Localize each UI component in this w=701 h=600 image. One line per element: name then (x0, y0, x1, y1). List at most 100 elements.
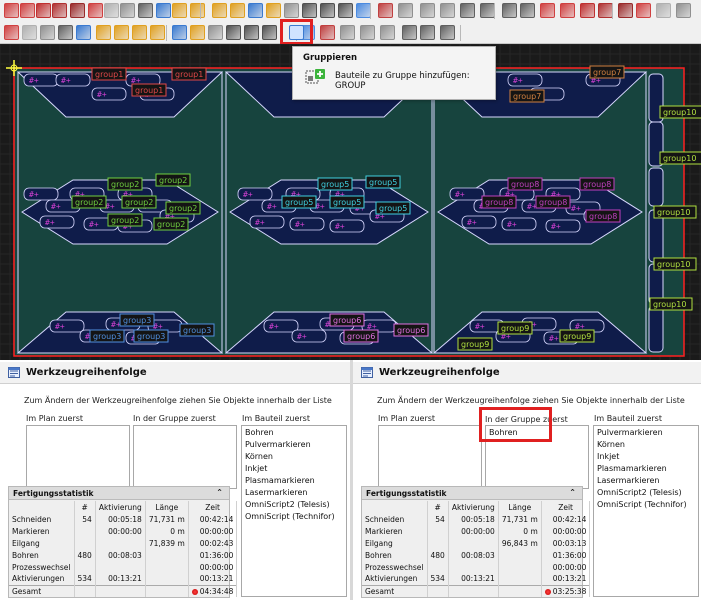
toolbar-button-icon[interactable] (360, 25, 375, 40)
toolbar-button-icon[interactable] (284, 3, 299, 18)
statistics-cell (74, 537, 96, 549)
statistics-cell (498, 573, 542, 585)
column-label-part-first: Im Bauteil zuerst (594, 414, 662, 423)
toolbar-button-icon[interactable] (440, 25, 455, 40)
list-item[interactable]: OmniScript2 (Telesis) (242, 499, 346, 511)
toolbar-button-icon[interactable] (618, 3, 633, 18)
toolbar-separator (612, 3, 613, 19)
collapse-chevron-icon[interactable]: ⌃ (569, 488, 576, 497)
toolbar-button-icon[interactable] (420, 25, 435, 40)
list-item[interactable]: Lasermarkieren (242, 487, 346, 499)
toolbar-button-icon[interactable] (52, 3, 67, 18)
toolbar-separator (370, 3, 371, 19)
toolbar-button-icon[interactable] (656, 3, 671, 18)
toolbar-button-icon[interactable] (266, 3, 281, 18)
plan-first-list[interactable] (26, 425, 130, 489)
statistics-cell: 71,839 m (145, 537, 189, 549)
toolbar-button-icon[interactable] (150, 25, 165, 40)
toolbar-button-icon[interactable] (402, 25, 417, 40)
toolbar-button-icon[interactable] (96, 25, 111, 40)
column-label-part-first: Im Bauteil zuerst (242, 414, 310, 423)
part-marking: #+ (45, 218, 55, 227)
statistics-header (9, 501, 75, 513)
toolbar-button-icon[interactable] (104, 3, 119, 18)
list-item[interactable]: OmniScript2 (Telesis) (594, 487, 698, 499)
toolbar-button-icon[interactable] (22, 25, 37, 40)
toolbar-button-icon[interactable] (70, 3, 85, 18)
statistics-cell: 00:42:14 (541, 513, 591, 525)
list-item[interactable]: Lasermarkieren (594, 475, 698, 487)
list-item[interactable]: Pulvermarkieren (242, 439, 346, 451)
toolbar-button-icon[interactable] (398, 3, 413, 18)
toolbar-button-icon[interactable] (4, 25, 19, 40)
part-marking: #+ (269, 322, 279, 331)
list-item[interactable]: OmniScript (Technifor) (242, 511, 346, 523)
toolbar-button-icon[interactable] (36, 3, 51, 18)
statistics-row: Eilgang 96,843 m 00:03:13 (362, 537, 591, 549)
toolbar-button-icon[interactable] (320, 3, 335, 18)
toolbar-button-icon[interactable] (230, 3, 245, 18)
list-item[interactable]: Körnen (594, 439, 698, 451)
toolbar-button-icon[interactable] (598, 3, 613, 18)
part-first-list[interactable]: Pulvermarkieren Körnen Inkjet Plasmamarkier… (593, 425, 699, 597)
toolbar-button-icon[interactable] (40, 25, 55, 40)
toolbar-button-icon[interactable] (208, 25, 223, 40)
list-item[interactable]: Plasmamarkieren (242, 475, 346, 487)
statistics-cell (145, 561, 189, 573)
toolbar-button-icon[interactable] (4, 3, 19, 18)
toolbar-button-icon[interactable] (172, 3, 187, 18)
toolbar-button-icon[interactable] (520, 3, 535, 18)
toolbar-button-icon[interactable] (190, 25, 205, 40)
toolbar-button-icon[interactable] (676, 3, 691, 18)
toolbar-button-icon[interactable] (120, 3, 135, 18)
list-item[interactable]: Körnen (242, 451, 346, 463)
list-item[interactable]: Pulvermarkieren (594, 427, 698, 439)
collapse-chevron-icon[interactable]: ⌃ (216, 488, 223, 497)
statistics-cell (427, 584, 449, 597)
toolbar-button-icon[interactable] (420, 3, 435, 18)
group-label: group10 (663, 154, 696, 163)
toolbar-button-icon[interactable] (20, 3, 35, 18)
toolbar-button-icon[interactable] (226, 25, 241, 40)
toolbar-button-icon[interactable] (190, 3, 205, 18)
toolbar-button-icon[interactable] (356, 3, 371, 18)
group-first-list[interactable] (133, 425, 237, 489)
toolbar-button-icon[interactable] (114, 25, 129, 40)
list-item[interactable]: OmniScript (Technifor) (594, 499, 698, 511)
toolbar-button-icon[interactable] (88, 3, 103, 18)
tool-order-icon (8, 367, 20, 378)
toolbar-button-icon[interactable] (262, 25, 277, 40)
toolbar-button-icon[interactable] (440, 3, 455, 18)
toolbar-button-icon[interactable] (212, 3, 227, 18)
toolbar-button-icon[interactable] (244, 25, 259, 40)
toolbar-button-icon[interactable] (58, 25, 73, 40)
toolbar-button-icon[interactable] (132, 25, 147, 40)
toolbar-button-icon[interactable] (320, 25, 335, 40)
statistics-row-label: Bohren (362, 549, 428, 561)
toolbar-button-icon[interactable] (580, 3, 595, 18)
toolbar-button-icon[interactable] (380, 25, 395, 40)
toolbar-button-icon[interactable] (138, 3, 153, 18)
toolbar-button-icon[interactable] (540, 3, 555, 18)
toolbar-button-icon[interactable] (636, 3, 651, 18)
statistics-cell (498, 549, 542, 561)
toolbar-button-icon[interactable] (502, 3, 517, 18)
toolbar-button-icon[interactable] (378, 3, 393, 18)
list-item[interactable]: Bohren (242, 427, 346, 439)
toolbar-button-icon[interactable] (338, 3, 353, 18)
statistics-cell: 71,731 m (498, 513, 542, 525)
toolbar-button-icon[interactable] (460, 3, 475, 18)
part-first-list[interactable]: Bohren Pulvermarkieren Körnen Inkjet Plasmam… (241, 425, 347, 597)
toolbar-button-icon[interactable] (302, 3, 317, 18)
plan-first-list[interactable] (378, 425, 482, 489)
toolbar-button-icon[interactable] (172, 25, 187, 40)
list-item[interactable]: Inkjet (594, 451, 698, 463)
toolbar-button-icon[interactable] (340, 25, 355, 40)
toolbar-button-icon[interactable] (248, 3, 263, 18)
toolbar-button-icon[interactable] (560, 3, 575, 18)
list-item[interactable]: Inkjet (242, 463, 346, 475)
toolbar-button-icon[interactable] (480, 3, 495, 18)
toolbar-button-icon[interactable] (156, 3, 171, 18)
list-item[interactable]: Plasmamarkieren (594, 463, 698, 475)
toolbar-button-icon[interactable] (76, 25, 91, 40)
